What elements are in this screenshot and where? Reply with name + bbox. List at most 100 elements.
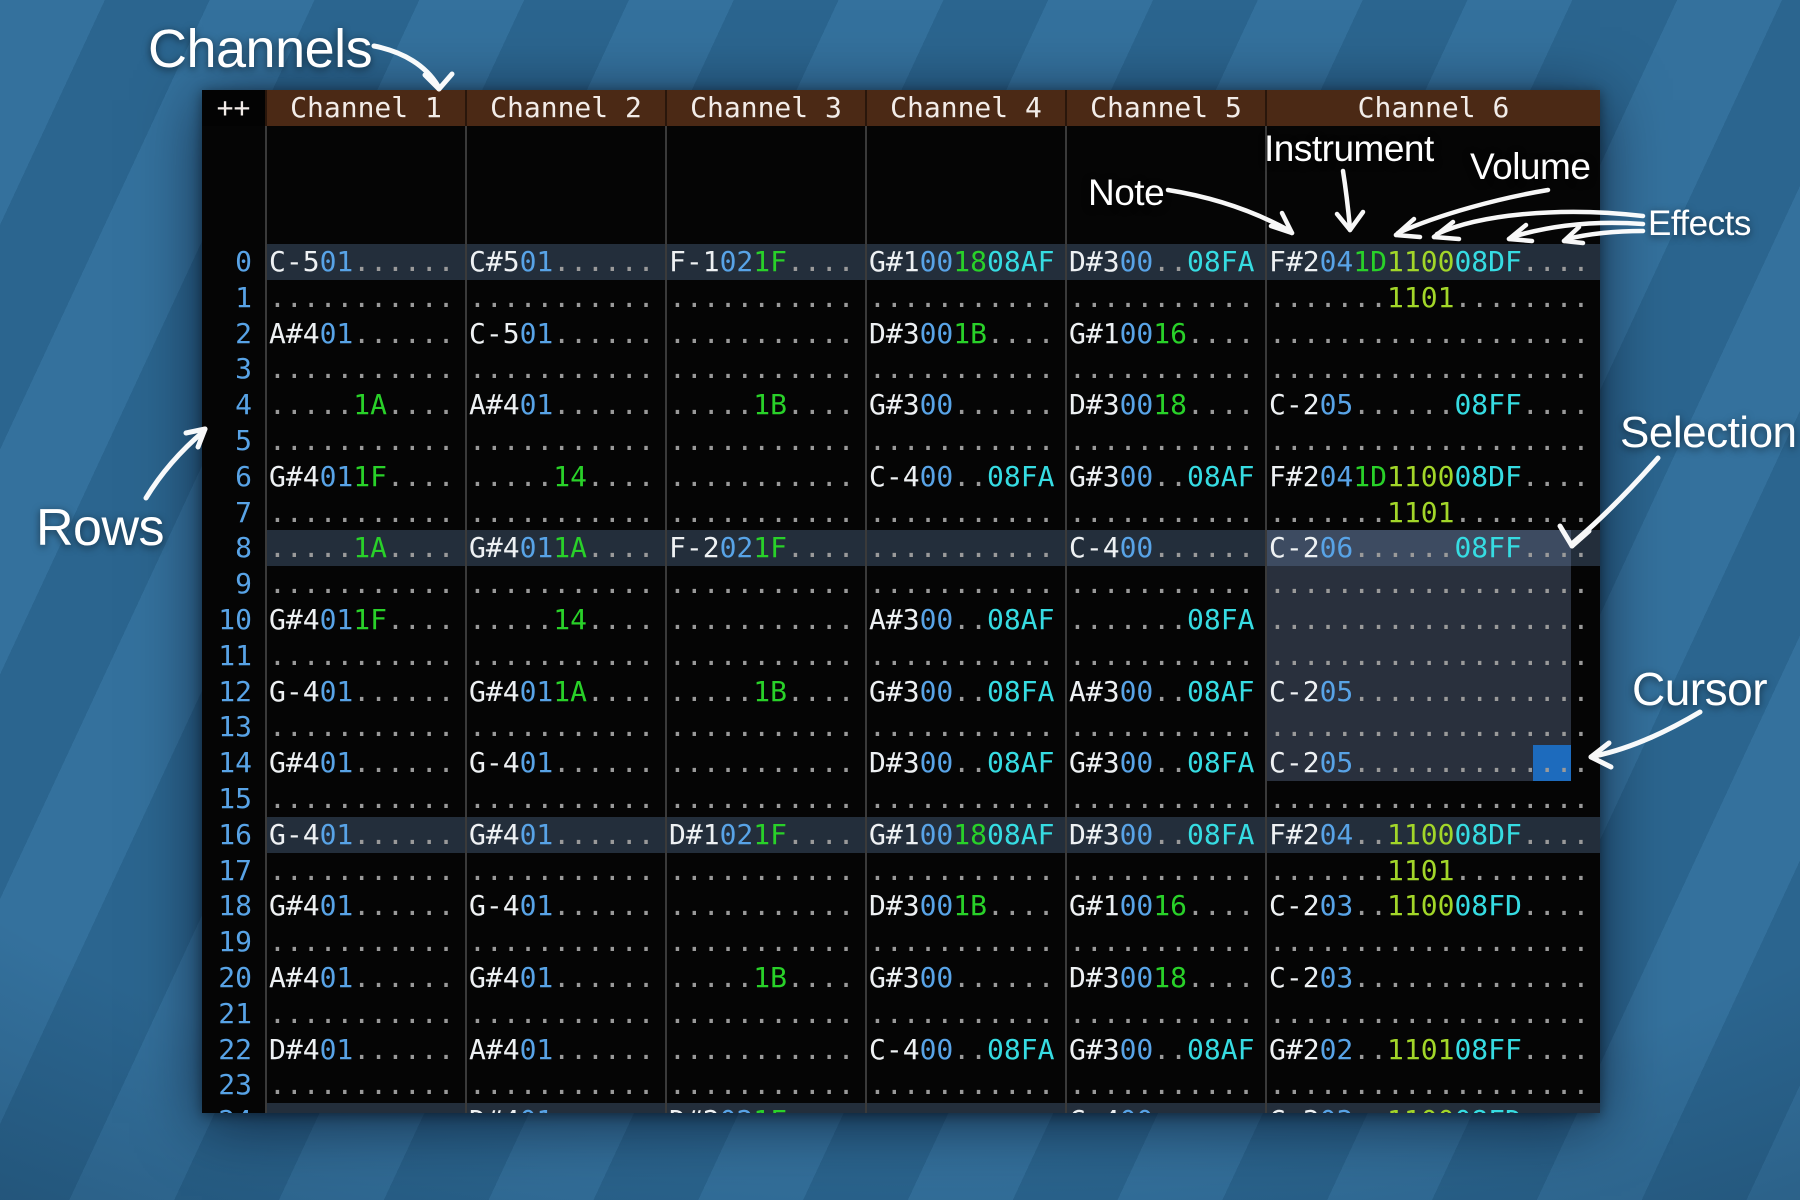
cell-ch5-row3[interactable]: ........... <box>1065 351 1265 387</box>
cell-ch5-row1[interactable]: ........... <box>1065 280 1265 316</box>
cell-ch2-row12[interactable]: G#4011A.... <box>465 674 665 710</box>
cell-ch1-row20[interactable]: A#401...... <box>265 960 465 996</box>
cell-ch1-row24[interactable]: ........... <box>265 1103 465 1113</box>
cell-ch3-row10[interactable]: ........... <box>665 602 865 638</box>
cell-ch1-row1[interactable]: ........... <box>265 280 465 316</box>
cell-ch3-row5[interactable]: ........... <box>665 423 865 459</box>
cell-ch6-row14[interactable]: C-205.............. <box>1265 745 1600 781</box>
cell-ch3-row8[interactable]: F-2021F.... <box>665 530 865 566</box>
cell-ch4-row12[interactable]: G#300..08FA <box>865 674 1065 710</box>
channel-header-4[interactable]: Channel 4 <box>865 90 1065 126</box>
cell-ch5-row17[interactable]: ........... <box>1065 853 1265 889</box>
cell-ch4-row4[interactable]: G#300...... <box>865 387 1065 423</box>
cell-ch1-row4[interactable]: .....1A.... <box>265 387 465 423</box>
cell-ch6-row2[interactable]: ................... <box>1265 316 1600 352</box>
cell-ch5-row0[interactable]: D#300..08FA <box>1065 244 1265 280</box>
cell-ch6-row4[interactable]: C-205......08FF.... <box>1265 387 1600 423</box>
cell-ch1-row10[interactable]: G#4011F.... <box>265 602 465 638</box>
cell-ch5-row18[interactable]: G#10016.... <box>1065 888 1265 924</box>
cell-ch3-row21[interactable]: ........... <box>665 996 865 1032</box>
cell-ch4-row3[interactable]: ........... <box>865 351 1065 387</box>
cell-ch3-row2[interactable]: ........... <box>665 316 865 352</box>
channel-header-3[interactable]: Channel 3 <box>665 90 865 126</box>
cell-ch2-row14[interactable]: G-401...... <box>465 745 665 781</box>
cell-ch6-row0[interactable]: F#2041D110008DF.... <box>1265 244 1600 280</box>
cell-ch4-row20[interactable]: G#300...... <box>865 960 1065 996</box>
cell-ch6-row23[interactable]: ................... <box>1265 1067 1600 1103</box>
cell-ch4-row10[interactable]: A#300..08AF <box>865 602 1065 638</box>
cell-ch6-row7[interactable]: .......1101........ <box>1265 495 1600 531</box>
cell-ch1-row23[interactable]: ........... <box>265 1067 465 1103</box>
cell-ch6-row11[interactable]: ................... <box>1265 638 1600 674</box>
cell-ch1-row12[interactable]: G-401...... <box>265 674 465 710</box>
cell-ch4-row6[interactable]: C-400..08FA <box>865 459 1065 495</box>
cell-ch3-row15[interactable]: ........... <box>665 781 865 817</box>
cell-ch5-row14[interactable]: G#300..08FA <box>1065 745 1265 781</box>
cell-ch1-row13[interactable]: ........... <box>265 709 465 745</box>
cell-ch1-row22[interactable]: D#401...... <box>265 1032 465 1068</box>
cell-ch1-row8[interactable]: .....1A.... <box>265 530 465 566</box>
cell-ch2-row19[interactable]: ........... <box>465 924 665 960</box>
cell-ch6-row1[interactable]: .......1101........ <box>1265 280 1600 316</box>
cell-ch5-row19[interactable]: ........... <box>1065 924 1265 960</box>
cell-ch4-row22[interactable]: C-400..08FA <box>865 1032 1065 1068</box>
cell-ch6-row16[interactable]: F#204..110008DF.... <box>1265 817 1600 853</box>
cell-ch4-row24[interactable]: ........... <box>865 1103 1065 1113</box>
cell-ch4-row23[interactable]: ........... <box>865 1067 1065 1103</box>
effect-columns-button[interactable]: ++ <box>202 90 265 126</box>
cell-ch1-row3[interactable]: ........... <box>265 351 465 387</box>
cell-ch3-row19[interactable]: ........... <box>665 924 865 960</box>
cell-ch4-row8[interactable]: ........... <box>865 530 1065 566</box>
cell-ch2-row0[interactable]: C#501...... <box>465 244 665 280</box>
cell-ch3-row22[interactable]: ........... <box>665 1032 865 1068</box>
cell-ch1-row14[interactable]: G#401...... <box>265 745 465 781</box>
cell-ch5-row23[interactable]: ........... <box>1065 1067 1265 1103</box>
cell-ch6-row18[interactable]: C-203..110008FD.... <box>1265 888 1600 924</box>
cell-ch3-row17[interactable]: ........... <box>665 853 865 889</box>
cell-ch1-row19[interactable]: ........... <box>265 924 465 960</box>
cell-ch5-row22[interactable]: G#300..08AF <box>1065 1032 1265 1068</box>
cell-ch2-row15[interactable]: ........... <box>465 781 665 817</box>
cell-ch6-row10[interactable]: ................... <box>1265 602 1600 638</box>
cell-ch1-row11[interactable]: ........... <box>265 638 465 674</box>
cell-ch2-row2[interactable]: C-501...... <box>465 316 665 352</box>
channel-header-5[interactable]: Channel 5 <box>1065 90 1265 126</box>
cell-ch3-row24[interactable]: D#2021F.... <box>665 1103 865 1113</box>
cell-ch1-row2[interactable]: A#401...... <box>265 316 465 352</box>
cell-ch6-row15[interactable]: ................... <box>1265 781 1600 817</box>
cell-ch1-row16[interactable]: G-401...... <box>265 817 465 853</box>
cell-ch2-row10[interactable]: .....14.... <box>465 602 665 638</box>
cell-ch2-row4[interactable]: A#401...... <box>465 387 665 423</box>
cell-ch2-row8[interactable]: G#4011A.... <box>465 530 665 566</box>
cell-ch4-row0[interactable]: G#1001808AF <box>865 244 1065 280</box>
cell-ch6-row5[interactable]: ................... <box>1265 423 1600 459</box>
cell-ch4-row7[interactable]: ........... <box>865 495 1065 531</box>
cell-ch5-row13[interactable]: ........... <box>1065 709 1265 745</box>
cell-ch3-row0[interactable]: F-1021F.... <box>665 244 865 280</box>
cell-ch4-row18[interactable]: D#3001B.... <box>865 888 1065 924</box>
cell-ch2-row18[interactable]: G-401...... <box>465 888 665 924</box>
cell-ch3-row11[interactable]: ........... <box>665 638 865 674</box>
cell-ch3-row3[interactable]: ........... <box>665 351 865 387</box>
cell-ch1-row21[interactable]: ........... <box>265 996 465 1032</box>
cell-ch5-row15[interactable]: ........... <box>1065 781 1265 817</box>
cell-ch6-row3[interactable]: ................... <box>1265 351 1600 387</box>
cell-ch3-row4[interactable]: .....1B.... <box>665 387 865 423</box>
cell-ch6-row6[interactable]: F#2041D110008DF.... <box>1265 459 1600 495</box>
cell-ch5-row16[interactable]: D#300..08FA <box>1065 817 1265 853</box>
cell-ch4-row17[interactable]: ........... <box>865 853 1065 889</box>
cell-ch6-row12[interactable]: C-205.............. <box>1265 674 1600 710</box>
cell-ch2-row7[interactable]: ........... <box>465 495 665 531</box>
cell-ch3-row20[interactable]: .....1B.... <box>665 960 865 996</box>
cell-ch3-row9[interactable]: ........... <box>665 566 865 602</box>
cell-ch2-row22[interactable]: A#401...... <box>465 1032 665 1068</box>
channel-header-1[interactable]: Channel 1 <box>265 90 465 126</box>
cell-ch5-row5[interactable]: ........... <box>1065 423 1265 459</box>
cell-ch4-row11[interactable]: ........... <box>865 638 1065 674</box>
cell-ch2-row23[interactable]: ........... <box>465 1067 665 1103</box>
cell-ch4-row5[interactable]: ........... <box>865 423 1065 459</box>
cell-ch5-row10[interactable]: .......08FA <box>1065 602 1265 638</box>
cell-ch1-row9[interactable]: ........... <box>265 566 465 602</box>
cell-ch4-row9[interactable]: ........... <box>865 566 1065 602</box>
pattern-area[interactable]: 0C-501......C#501......F-1021F....G#1001… <box>202 126 1600 1113</box>
